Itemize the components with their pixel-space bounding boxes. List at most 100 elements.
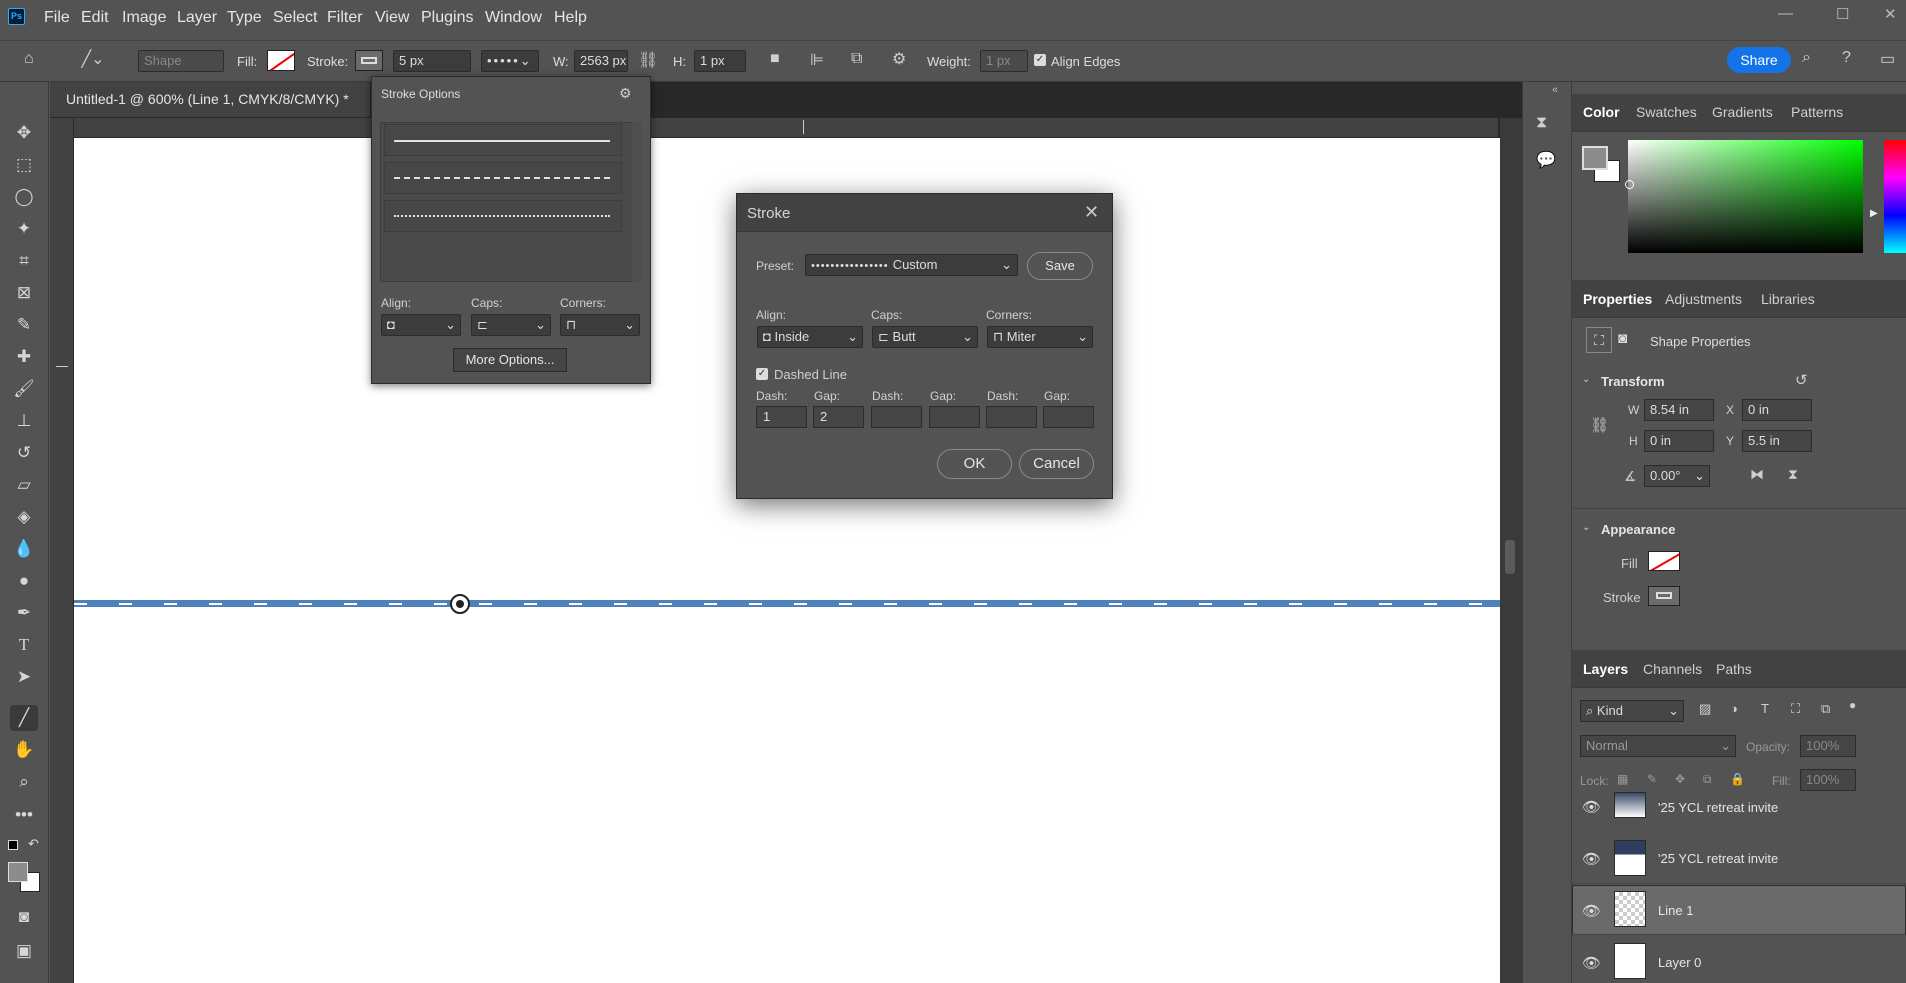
paint-bucket-tool-icon[interactable]: ◈ — [10, 504, 38, 530]
dodge-tool-icon[interactable]: ● — [10, 568, 38, 594]
popup-align-select[interactable]: ◘ ⌄ — [381, 314, 461, 336]
path-alignment-icon[interactable]: ⊫ — [810, 50, 824, 70]
transform-collapse-icon[interactable]: ⌄ — [1582, 374, 1590, 385]
tab-adjustments[interactable]: Adjustments — [1665, 291, 1742, 307]
shape-height-field[interactable]: 0 in — [1644, 430, 1714, 452]
menu-layer[interactable]: Layer — [177, 9, 217, 27]
foreground-color-chip[interactable] — [1582, 146, 1608, 170]
gap3-field[interactable] — [1043, 406, 1094, 428]
layer-name[interactable]: Line 1 — [1658, 903, 1693, 918]
gap2-field[interactable] — [929, 406, 980, 428]
crop-tool-icon[interactable]: ⌗ — [10, 248, 38, 274]
document-tab-title[interactable]: Untitled-1 @ 600% (Line 1, CMYK/8/CMYK) … — [66, 91, 349, 107]
search-icon[interactable]: ⌕ — [1802, 49, 1811, 67]
ok-button[interactable]: OK — [937, 449, 1012, 479]
popup-corners-select[interactable]: ⊓ ⌄ — [560, 314, 640, 336]
align-select[interactable]: ◘ Inside ⌄ — [757, 326, 863, 348]
swap-colors-icon[interactable]: ↶ — [28, 836, 39, 852]
share-button[interactable]: Share — [1727, 47, 1791, 73]
comments-panel-icon[interactable]: 💬 — [1536, 150, 1556, 170]
history-brush-tool-icon[interactable]: ↺ — [10, 440, 38, 466]
stroke-swatch[interactable] — [355, 50, 383, 71]
eye-icon[interactable]: 👁 — [1582, 798, 1601, 816]
screen-mode-icon[interactable]: ▣ — [10, 938, 38, 964]
reset-transform-icon[interactable]: ↺ — [1795, 371, 1808, 389]
quick-mask-icon[interactable]: ◙ — [10, 904, 38, 930]
menu-view[interactable]: View — [375, 9, 409, 27]
tab-paths[interactable]: Paths — [1716, 661, 1752, 677]
preset-select[interactable]: •••••••••••••••• Custom ⌄ — [805, 254, 1018, 276]
appearance-stroke-swatch[interactable] — [1648, 586, 1680, 606]
stamp-tool-icon[interactable]: ⊥ — [10, 408, 38, 434]
layer-name[interactable]: '25 YCL retreat invite — [1658, 800, 1778, 815]
menu-file[interactable]: File — [44, 9, 70, 27]
angle-field[interactable]: 0.00° ⌄ — [1644, 465, 1710, 487]
weight-field[interactable]: 1 px — [980, 50, 1028, 72]
tab-swatches[interactable]: Swatches — [1636, 104, 1697, 120]
pen-tool-icon[interactable]: ✒ — [10, 600, 38, 626]
line-tool-icon[interactable]: ╱ — [10, 705, 38, 731]
brush-tool-icon[interactable]: 🖌 — [10, 376, 38, 402]
layer-filter-kind[interactable]: ⌕ Kind ⌄ — [1580, 700, 1684, 722]
eye-icon[interactable]: 👁 — [1582, 954, 1601, 972]
frame-tool-icon[interactable]: ⊠ — [10, 280, 38, 306]
close-window-icon[interactable]: ✕ — [1884, 5, 1897, 23]
lock-artboard-icon[interactable]: ⧉ — [1703, 772, 1712, 787]
save-button[interactable]: Save — [1027, 252, 1093, 280]
filter-adjustment-icon[interactable]: ◑ — [1730, 701, 1738, 716]
marquee-tool-icon[interactable]: ⬚ — [10, 152, 38, 178]
collapse-panels-icon[interactable]: « — [1552, 84, 1558, 96]
filter-shape-icon[interactable]: ⛶ — [1791, 701, 1800, 717]
lasso-tool-icon[interactable]: ◯ — [10, 184, 38, 210]
lock-position-icon[interactable]: ✥ — [1675, 772, 1685, 786]
flip-vertical-icon[interactable]: ⧗ — [1788, 466, 1798, 483]
dashed-line-checkbox[interactable]: ✓ — [756, 368, 768, 380]
shape-y-field[interactable]: 5.5 in — [1742, 430, 1812, 452]
minimize-icon[interactable]: — — [1778, 5, 1793, 22]
blend-mode-select[interactable]: Normal ⌄ — [1580, 735, 1736, 757]
lock-transparent-icon[interactable]: ▦ — [1617, 772, 1628, 786]
eye-icon[interactable]: 👁 — [1582, 902, 1601, 920]
stroke-width-field[interactable]: 5 px — [393, 50, 471, 72]
color-field[interactable] — [1628, 140, 1863, 253]
layer-name[interactable]: '25 YCL retreat invite — [1658, 851, 1778, 866]
type-tool-icon[interactable]: T — [10, 632, 38, 658]
menu-filter[interactable]: Filter — [327, 9, 363, 27]
filter-toggle-icon[interactable]: ● — [1849, 698, 1856, 712]
dash3-field[interactable] — [986, 406, 1037, 428]
stroke-dialog-header[interactable] — [737, 194, 1112, 232]
default-colors-icon[interactable] — [8, 840, 18, 850]
dash2-field[interactable] — [871, 406, 922, 428]
flip-horizontal-icon[interactable]: ⧓ — [1750, 466, 1764, 483]
move-tool-icon[interactable]: ✥ — [10, 120, 38, 146]
path-operations-icon[interactable]: ■ — [770, 50, 780, 68]
line-tool-preset-icon[interactable]: ╱⌄ — [78, 49, 108, 69]
hand-tool-icon[interactable]: ✋ — [10, 737, 38, 763]
menu-plugins[interactable]: Plugins — [421, 9, 473, 27]
appearance-fill-swatch[interactable] — [1648, 551, 1680, 571]
workspace-icon[interactable]: ▭ — [1880, 49, 1895, 69]
foreground-color-swatch[interactable] — [8, 862, 28, 882]
shape-bounds-icon[interactable]: ⛶ — [1586, 327, 1612, 353]
menu-select[interactable]: Select — [273, 9, 317, 27]
hue-slider[interactable] — [1884, 140, 1906, 253]
horizontal-ruler[interactable] — [74, 118, 1498, 138]
more-options-button[interactable]: More Options... — [453, 348, 567, 372]
maximize-icon[interactable]: ☐ — [1836, 5, 1849, 23]
scrollbar-thumb[interactable] — [1505, 540, 1515, 574]
eyedropper-tool-icon[interactable]: ✎ — [10, 312, 38, 338]
dash1-field[interactable]: 1 — [756, 406, 807, 428]
eye-icon[interactable]: 👁 — [1582, 850, 1601, 868]
stroke-type-select[interactable]: •••••⌄ — [481, 50, 539, 72]
history-panel-icon[interactable]: ⧗ — [1536, 114, 1547, 132]
vertical-ruler[interactable] — [50, 118, 74, 983]
close-icon[interactable]: ✕ — [1084, 202, 1099, 223]
fill-opacity-field[interactable]: 100% — [1800, 769, 1856, 791]
shape-x-field[interactable]: 0 in — [1742, 399, 1812, 421]
fill-swatch[interactable] — [267, 50, 295, 71]
zoom-tool-icon[interactable]: ⌕ — [10, 769, 38, 795]
tab-layers[interactable]: Layers — [1583, 661, 1628, 677]
lock-image-icon[interactable]: ✎ — [1647, 772, 1657, 786]
popup-caps-select[interactable]: ⊏ ⌄ — [471, 314, 551, 336]
appearance-collapse-icon[interactable]: ⌄ — [1582, 522, 1590, 533]
